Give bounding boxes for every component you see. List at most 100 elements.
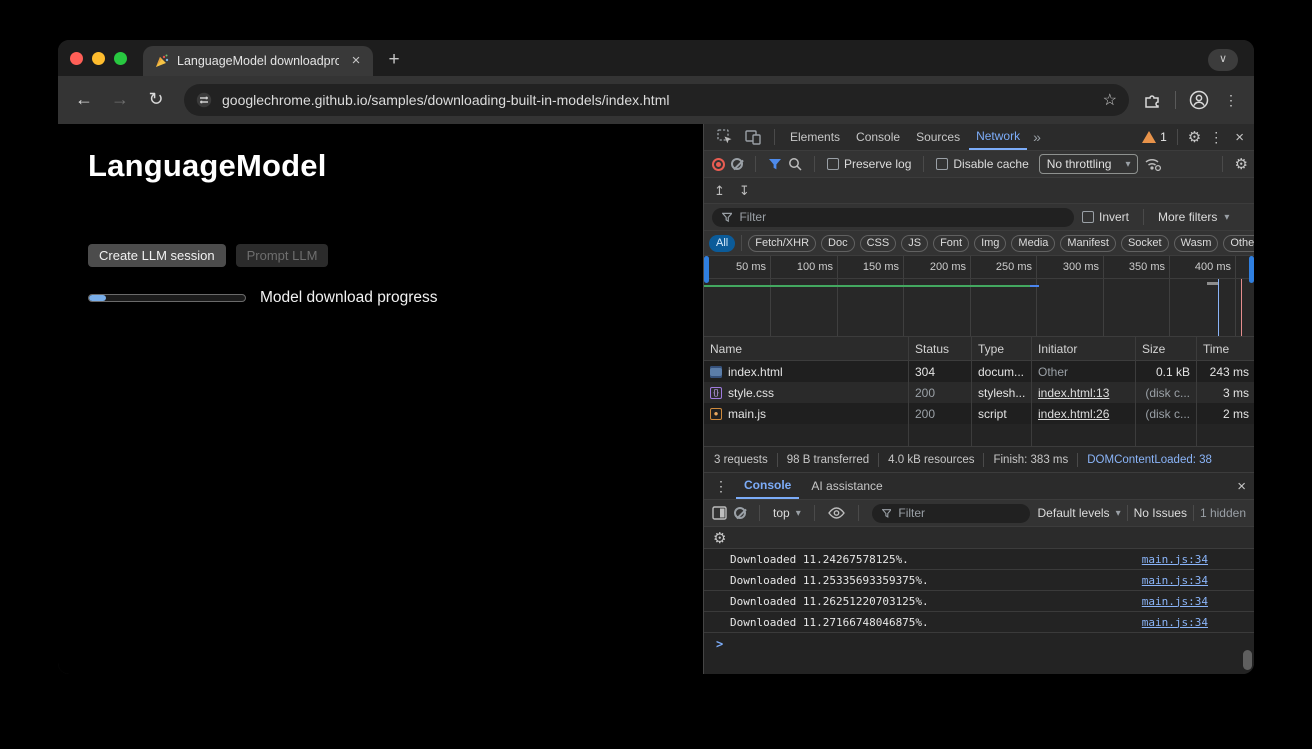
table-row-index-html[interactable]: index.html 304 docum... Other 0.1 kB 243… [704,361,1254,382]
chip-doc[interactable]: Doc [821,235,855,252]
console-sidebar-toggle-icon[interactable] [712,506,727,520]
chip-socket[interactable]: Socket [1121,235,1169,252]
preserve-log-checkbox[interactable]: Preserve log [827,157,911,171]
profile-avatar-icon[interactable] [1186,87,1212,113]
console-scrollbar-thumb[interactable] [1243,650,1252,670]
maximize-window-button[interactable] [114,52,127,65]
overview-left-handle[interactable] [704,256,709,283]
chip-js[interactable]: JS [901,235,928,252]
drawer-tab-console[interactable]: Console [736,473,799,499]
request-name[interactable]: main.js [728,407,766,421]
chip-font[interactable]: Font [933,235,969,252]
new-tab-button[interactable]: + [381,47,407,73]
col-initiator[interactable]: Initiator [1032,337,1136,360]
bookmark-star-icon[interactable]: ☆ [1103,90,1117,110]
browser-tab[interactable]: LanguageModel downloadpro × [143,46,373,76]
console-settings-icon[interactable]: ⚙ [713,529,726,547]
console-prompt[interactable]: > [704,633,1254,655]
tab-close-icon[interactable]: × [347,52,365,70]
clear-network-log-button[interactable] [731,158,743,170]
create-llm-session-button[interactable]: Create LLM session [88,244,226,267]
console-filter-input[interactable] [898,506,1019,520]
message-source-link[interactable]: main.js:34 [1142,616,1208,629]
chip-img[interactable]: Img [974,235,1006,252]
checkbox-icon[interactable] [827,158,839,170]
tab-sources[interactable]: Sources [909,124,967,150]
chip-media[interactable]: Media [1011,235,1055,252]
network-filter-input-wrap[interactable] [712,208,1074,227]
checkbox-icon[interactable] [936,158,948,170]
back-button[interactable]: ← [70,86,98,114]
execution-context-select[interactable]: top ▾ [773,506,801,520]
hidden-messages-count[interactable]: 1 hidden [1200,506,1246,520]
throttling-select[interactable]: No throttling ▾ [1039,154,1139,174]
devtools-menu-icon[interactable]: ⋮ [1205,129,1227,146]
request-name[interactable]: index.html [728,365,783,379]
extensions-icon[interactable] [1139,87,1165,113]
console-filter-input-wrap[interactable] [872,504,1030,523]
address-bar[interactable]: googlechrome.github.io/samples/downloadi… [184,84,1129,116]
checkbox-icon[interactable] [1082,211,1094,223]
tab-console[interactable]: Console [849,124,907,150]
network-settings-icon[interactable]: ⚙ [1235,155,1248,173]
console-message[interactable]: Downloaded 11.26251220703125%. main.js:3… [704,591,1254,612]
col-time[interactable]: Time [1197,337,1254,360]
request-name[interactable]: style.css [728,386,774,400]
drawer-menu-icon[interactable]: ⋮ [710,478,732,495]
col-type[interactable]: Type [972,337,1032,360]
filter-funnel-icon[interactable] [768,158,782,171]
more-filters-button[interactable]: More filters ▾ [1158,210,1229,224]
url-text[interactable]: googlechrome.github.io/samples/downloadi… [222,92,1093,108]
initiator-link[interactable]: index.html:26 [1038,407,1109,421]
col-name[interactable]: Name [704,337,909,360]
message-source-link[interactable]: main.js:34 [1142,595,1208,608]
import-har-icon[interactable]: ↥ [714,183,725,199]
chip-all[interactable]: All [709,235,735,252]
more-panels-icon[interactable]: » [1029,129,1045,145]
col-status[interactable]: Status [909,337,972,360]
issues-counter[interactable]: No Issues [1134,506,1187,520]
chip-wasm[interactable]: Wasm [1174,235,1219,252]
search-icon[interactable] [788,157,802,171]
disable-cache-checkbox[interactable]: Disable cache [936,157,1028,171]
chip-other[interactable]: Other [1223,235,1254,252]
browser-menu-icon[interactable]: ⋮ [1218,87,1244,113]
export-har-icon[interactable]: ↧ [739,183,750,199]
log-levels-select[interactable]: Default levels ▾ [1038,506,1121,520]
console-message[interactable]: Downloaded 11.24267578125%. main.js:34 [704,549,1254,570]
devtools-close-icon[interactable]: × [1231,129,1248,146]
site-settings-icon[interactable] [196,92,212,108]
chip-manifest[interactable]: Manifest [1060,235,1116,252]
drawer-tab-ai-assistance[interactable]: AI assistance [803,473,890,499]
console-message[interactable]: Downloaded 11.25335693359375%. main.js:3… [704,570,1254,591]
network-conditions-icon[interactable] [1144,157,1162,171]
device-toolbar-icon[interactable] [740,124,766,150]
invert-checkbox[interactable]: Invert [1082,210,1129,224]
chip-fetch-xhr[interactable]: Fetch/XHR [748,235,816,252]
overview-right-handle[interactable] [1249,256,1254,283]
devtools-settings-icon[interactable]: ⚙ [1188,128,1201,146]
console-message[interactable]: Downloaded 11.27166748046875%. main.js:3… [704,612,1254,633]
network-filter-input[interactable] [739,210,1064,224]
chip-css[interactable]: CSS [860,235,897,252]
forward-button[interactable]: → [106,86,134,114]
tab-network[interactable]: Network [969,124,1027,150]
record-network-log-button[interactable] [712,158,725,171]
tab-elements[interactable]: Elements [783,124,847,150]
close-window-button[interactable] [70,52,83,65]
table-row-style-css[interactable]: {}style.css 200 stylesh... index.html:13… [704,382,1254,403]
table-row-main-js[interactable]: ●main.js 200 script index.html:26 (disk … [704,403,1254,424]
message-source-link[interactable]: main.js:34 [1142,574,1208,587]
network-overview-timeline[interactable]: 50 ms 100 ms 150 ms 200 ms 250 ms 300 ms… [704,256,1254,337]
minimize-window-button[interactable] [92,52,105,65]
message-source-link[interactable]: main.js:34 [1142,553,1208,566]
col-size[interactable]: Size [1136,337,1197,360]
clear-console-button[interactable] [734,507,746,519]
tab-search-chevron-button[interactable]: ∨ [1208,49,1238,71]
issues-warning-badge[interactable]: 1 [1142,130,1167,144]
inspect-element-icon[interactable] [712,124,738,150]
initiator-link[interactable]: index.html:13 [1038,386,1109,400]
reload-button[interactable]: ↻ [142,86,170,114]
live-expression-eye-icon[interactable] [828,507,845,519]
drawer-close-icon[interactable]: × [1233,478,1254,495]
